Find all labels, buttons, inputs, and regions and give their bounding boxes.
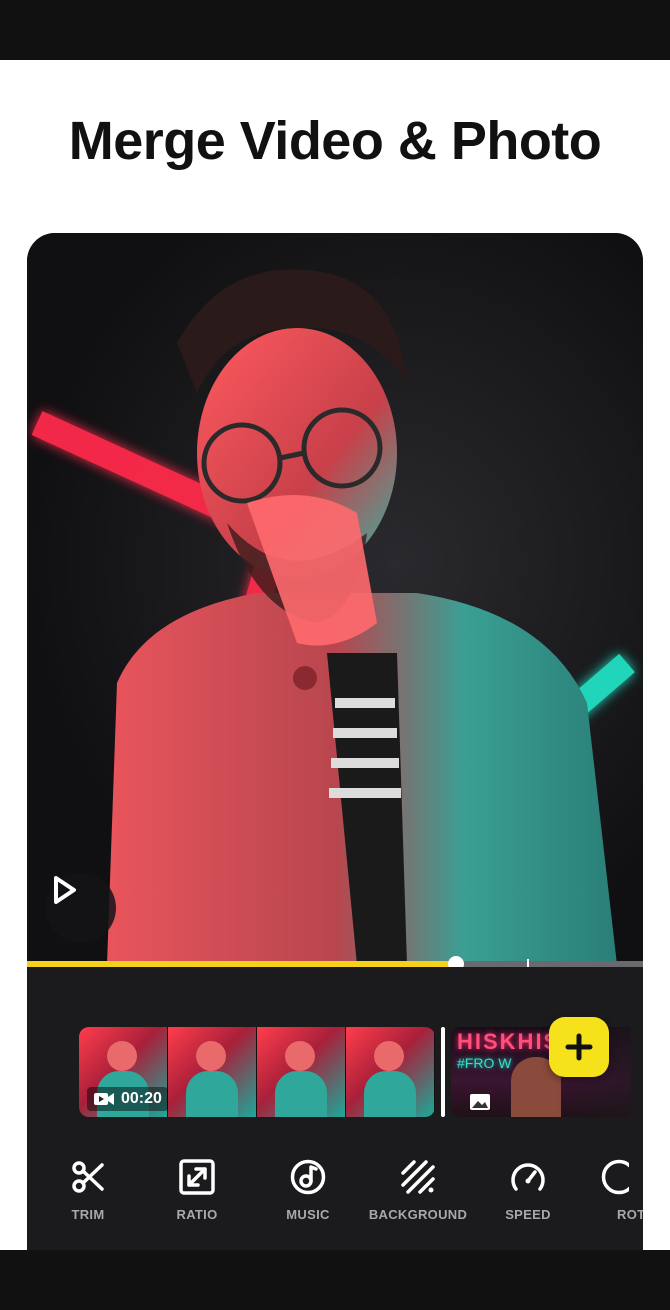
video-camera-icon (94, 1093, 114, 1105)
rotate-icon (601, 1159, 629, 1195)
tool-background[interactable]: BACKGROUND (363, 1159, 473, 1222)
clip-thumbnail (168, 1027, 257, 1117)
add-clip-button[interactable] (549, 1017, 609, 1077)
tool-rotate[interactable]: ROT (583, 1159, 643, 1222)
plus-icon (565, 1033, 593, 1061)
status-bar (0, 0, 670, 60)
clip-thumbnail (257, 1027, 346, 1117)
page-title: Merge Video & Photo (68, 111, 602, 171)
preview-artwork (31, 269, 635, 965)
background-icon (401, 1160, 435, 1194)
tool-speed[interactable]: SPEED (473, 1159, 583, 1222)
clip-duration: 00:20 (121, 1090, 162, 1107)
tool-label: BACKGROUND (368, 1207, 468, 1222)
tool-label: SPEED (505, 1207, 551, 1222)
ratio-icon (179, 1159, 215, 1195)
scissors-icon (72, 1161, 104, 1193)
music-icon (290, 1159, 326, 1195)
tool-ratio[interactable]: RATIO (142, 1159, 252, 1222)
tool-label: RATIO (176, 1207, 218, 1222)
clip-duration-badge: 00:20 (87, 1087, 168, 1111)
video-preview[interactable] (27, 233, 643, 965)
editor-card: 00:20 HISKHISK #FRO W TRIM RATIO MUSIC B… (27, 233, 643, 1253)
clip-divider[interactable] (441, 1027, 445, 1117)
tool-label: ROT (617, 1207, 643, 1222)
clip-timeline[interactable]: 00:20 HISKHISK #FRO W (27, 967, 643, 1137)
image-icon (470, 1094, 490, 1110)
tool-label: MUSIC (286, 1207, 330, 1222)
photo-clip-subsign: #FRO W (457, 1055, 512, 1071)
tool-trim[interactable]: TRIM (33, 1159, 143, 1222)
play-icon (54, 876, 76, 904)
clip-marker (527, 959, 529, 967)
edit-toolbar: TRIM RATIO MUSIC BACKGROUND SPEED ROT (27, 1137, 643, 1253)
tool-music[interactable]: MUSIC (253, 1159, 363, 1222)
speed-icon (511, 1163, 545, 1191)
clip-thumbnail (346, 1027, 435, 1117)
tool-label: TRIM (71, 1207, 105, 1222)
play-button[interactable] (46, 873, 116, 943)
navigation-bar (0, 1250, 670, 1310)
